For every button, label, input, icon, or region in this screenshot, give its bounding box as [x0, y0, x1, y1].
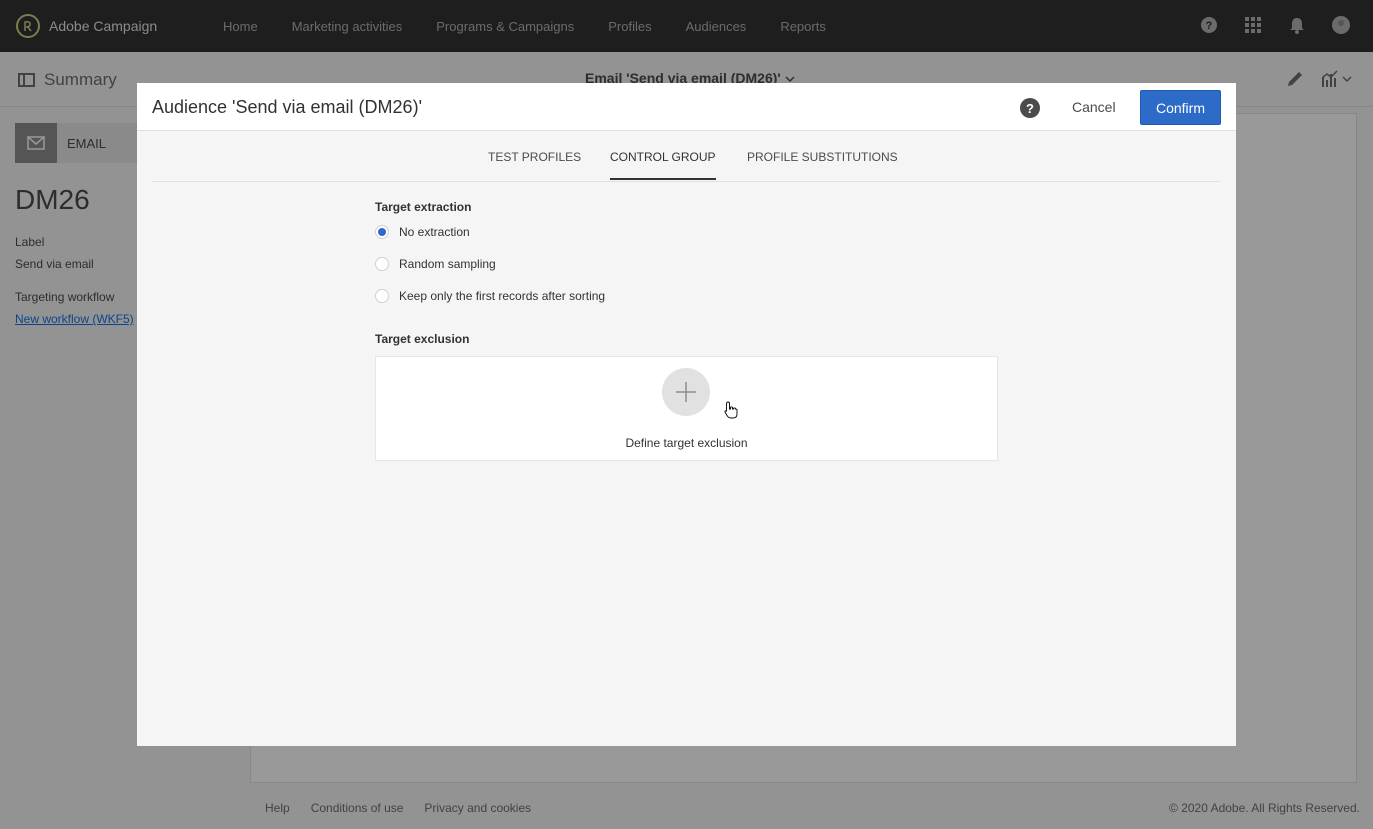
tab-test-profiles[interactable]: TEST PROFILES [488, 150, 581, 178]
modal-tabs: TEST PROFILES CONTROL GROUP PROFILE SUBS… [152, 131, 1220, 182]
radio-label: Keep only the first records after sortin… [399, 289, 606, 303]
tab-profile-substitutions[interactable]: PROFILE SUBSTITUTIONS [747, 150, 898, 178]
radio-button-checked[interactable] [375, 225, 389, 239]
target-extraction-title: Target extraction [375, 200, 472, 214]
hand-pointer-cursor-icon [724, 401, 738, 424]
confirm-button[interactable]: Confirm [1140, 90, 1221, 125]
tab-control-group[interactable]: CONTROL GROUP [610, 150, 716, 180]
cancel-button[interactable]: Cancel [1072, 99, 1116, 115]
radio-keep-first-records[interactable]: Keep only the first records after sortin… [375, 289, 605, 303]
radio-button[interactable] [375, 289, 389, 303]
modal-help-icon[interactable]: ? [1020, 98, 1040, 118]
modal-title: Audience 'Send via email (DM26)' [152, 97, 422, 117]
radio-label: Random sampling [399, 257, 496, 271]
radio-random-sampling[interactable]: Random sampling [375, 257, 496, 271]
radio-label: No extraction [399, 225, 470, 239]
radio-button[interactable] [375, 257, 389, 271]
define-target-exclusion-button[interactable]: Define target exclusion [375, 356, 998, 461]
target-exclusion-title: Target exclusion [375, 332, 470, 346]
plus-icon[interactable] [662, 368, 710, 416]
radio-no-extraction[interactable]: No extraction [375, 225, 470, 239]
audience-modal: Audience 'Send via email (DM26)' ? Cance… [137, 83, 1236, 746]
modal-header: Audience 'Send via email (DM26)' ? Cance… [137, 83, 1236, 131]
define-target-exclusion-label: Define target exclusion [625, 436, 748, 450]
